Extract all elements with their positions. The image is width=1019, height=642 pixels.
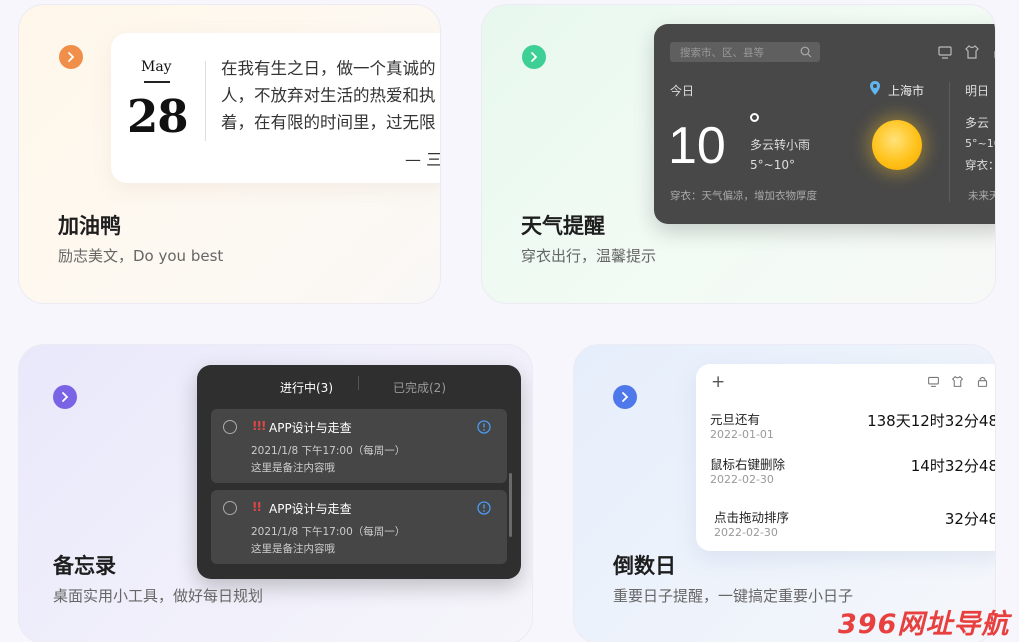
quote-day: 28 [127, 90, 189, 143]
memo-checkbox[interactable] [223, 501, 237, 515]
city-search-input[interactable]: 搜索市、区、县等 [670, 42, 820, 62]
chevron-right-icon [62, 392, 69, 402]
countdown-name: 点击拖动排序 [714, 510, 790, 525]
lock-icon[interactable] [976, 375, 989, 388]
countdown-card[interactable]: + 元旦还有 2022-01-01 138天12时32分48 鼠标右键删除 20… [573, 344, 996, 642]
weather-widget: 搜索市、区、县等 今日 10 多云转小雨 5°~10° 上海市 穿衣：天气偏凉，… [654, 24, 996, 224]
temperature: 10 [668, 117, 726, 175]
monitor-icon[interactable] [927, 375, 940, 388]
countdown-item[interactable]: 点击拖动排序 2022-02-30 32分48 [700, 507, 996, 547]
weather-arrow-button[interactable] [522, 45, 546, 69]
sun-icon [872, 120, 922, 170]
info-icon[interactable] [477, 501, 491, 515]
scrollbar[interactable] [509, 473, 512, 537]
memo-checkbox[interactable] [223, 420, 237, 434]
quote-month: May [141, 59, 172, 75]
quote-line: 在我有生之日，做一个真诚的 [221, 59, 436, 78]
quote-widget: May 28 在我有生之日，做一个真诚的 人，不放弃对生活的热爱和执 着，在有限… [111, 33, 441, 183]
tomorrow-range: 5°~10 [965, 137, 995, 150]
card-title: 倒数日 [613, 554, 676, 578]
countdown-arrow-button[interactable] [613, 385, 637, 409]
card-title: 加油鸭 [58, 214, 121, 238]
memo-title: APP设计与走查 [269, 502, 352, 516]
degree-icon [750, 113, 759, 122]
weather-condition: 多云转小雨 [750, 138, 811, 152]
quote-card[interactable]: May 28 在我有生之日，做一个真诚的 人，不放弃对生活的热爱和执 着，在有限… [18, 4, 441, 304]
countdown-item[interactable]: 鼠标右键删除 2022-02-30 14时32分48 [696, 454, 996, 494]
quote-text: 在我有生之日，做一个真诚的 人，不放弃对生活的热爱和执 着，在有限的时间里，过无… [221, 55, 440, 136]
tomorrow-label: 明日 [965, 84, 990, 98]
shirt-icon[interactable] [951, 375, 964, 388]
search-icon[interactable] [800, 46, 812, 58]
temperature-range: 5°~10° [750, 158, 795, 172]
countdown-remaining: 138天12时32分48 [867, 412, 996, 430]
countdown-name: 元旦还有 [710, 412, 761, 427]
countdown-remaining: 14时32分48 [910, 457, 996, 475]
memo-item[interactable]: !!! APP设计与走查 2021/1/8 下午17:00（每周一） 这里是备注… [211, 409, 507, 483]
chevron-right-icon [622, 392, 629, 402]
info-icon[interactable] [477, 420, 491, 434]
chevron-right-icon [68, 52, 75, 62]
card-title: 天气提醒 [521, 214, 605, 238]
add-button[interactable]: + [711, 372, 725, 392]
weather-card[interactable]: 搜索市、区、县等 今日 10 多云转小雨 5°~10° 上海市 穿衣：天气偏凉，… [481, 4, 996, 304]
card-title: 备忘录 [53, 554, 116, 578]
card-subtitle: 励志美文，Do you best [58, 247, 224, 265]
priority-marker: !! [252, 500, 262, 514]
city-name[interactable]: 上海市 [870, 82, 924, 99]
quote-line: 着，在有限的时间里，过无限 [221, 113, 436, 132]
tomorrow-clothing: 穿衣： [965, 158, 995, 172]
tomorrow-condition: 多云 [965, 116, 990, 130]
card-subtitle: 桌面实用小工具，做好每日规划 [53, 587, 264, 605]
card-subtitle: 穿衣出行，温馨提示 [521, 247, 657, 265]
memo-card[interactable]: 进行中(3) 已完成(2) !!! APP设计与走查 2021/1/8 下午17… [18, 344, 533, 642]
search-placeholder: 搜索市、区、县等 [680, 47, 764, 59]
quote-arrow-button[interactable] [59, 45, 83, 69]
watermark: 396网址导航 [838, 609, 1010, 640]
clothing-advice: 穿衣：天气偏凉，增加衣物厚度 [670, 190, 817, 202]
divider [144, 81, 170, 83]
countdown-item[interactable]: 元旦还有 2022-01-01 138天12时32分48 [696, 409, 996, 449]
memo-note: 这里是备注内容哦 [251, 462, 335, 474]
memo-widget: 进行中(3) 已完成(2) !!! APP设计与走查 2021/1/8 下午17… [197, 365, 521, 579]
future-forecast-link[interactable]: 未来天 [968, 188, 995, 203]
lock-icon[interactable] [992, 44, 996, 60]
countdown-date: 2022-02-30 [710, 473, 774, 486]
divider [205, 61, 206, 141]
countdown-widget: + 元旦还有 2022-01-01 138天12时32分48 鼠标右键删除 20… [696, 364, 996, 551]
divider [358, 376, 359, 390]
memo-item[interactable]: !! APP设计与走查 2021/1/8 下午17:00（每周一） 这里是备注内… [211, 490, 507, 564]
priority-marker: !!! [252, 419, 266, 433]
memo-time: 2021/1/8 下午17:00（每周一） [251, 526, 406, 538]
memo-time: 2021/1/8 下午17:00（每周一） [251, 445, 406, 457]
tab-completed[interactable]: 已完成(2) [393, 379, 446, 396]
card-subtitle: 重要日子提醒，一键搞定重要小日子 [613, 587, 854, 605]
quote-line: 人，不放弃对生活的热爱和执 [221, 86, 436, 105]
countdown-name: 鼠标右键删除 [710, 457, 786, 472]
chevron-right-icon [531, 52, 538, 62]
countdown-date: 2022-01-01 [710, 428, 774, 441]
quote-author: — 三 [405, 150, 441, 169]
today-label: 今日 [670, 84, 695, 98]
memo-arrow-button[interactable] [53, 385, 77, 409]
countdown-date: 2022-02-30 [714, 526, 778, 539]
shirt-icon[interactable] [964, 44, 980, 60]
monitor-icon[interactable] [937, 44, 953, 60]
memo-title: APP设计与走查 [269, 421, 352, 435]
countdown-remaining: 32分48 [944, 510, 996, 528]
memo-note: 这里是备注内容哦 [251, 543, 335, 555]
tab-in-progress[interactable]: 进行中(3) [280, 379, 333, 396]
divider [949, 82, 950, 202]
